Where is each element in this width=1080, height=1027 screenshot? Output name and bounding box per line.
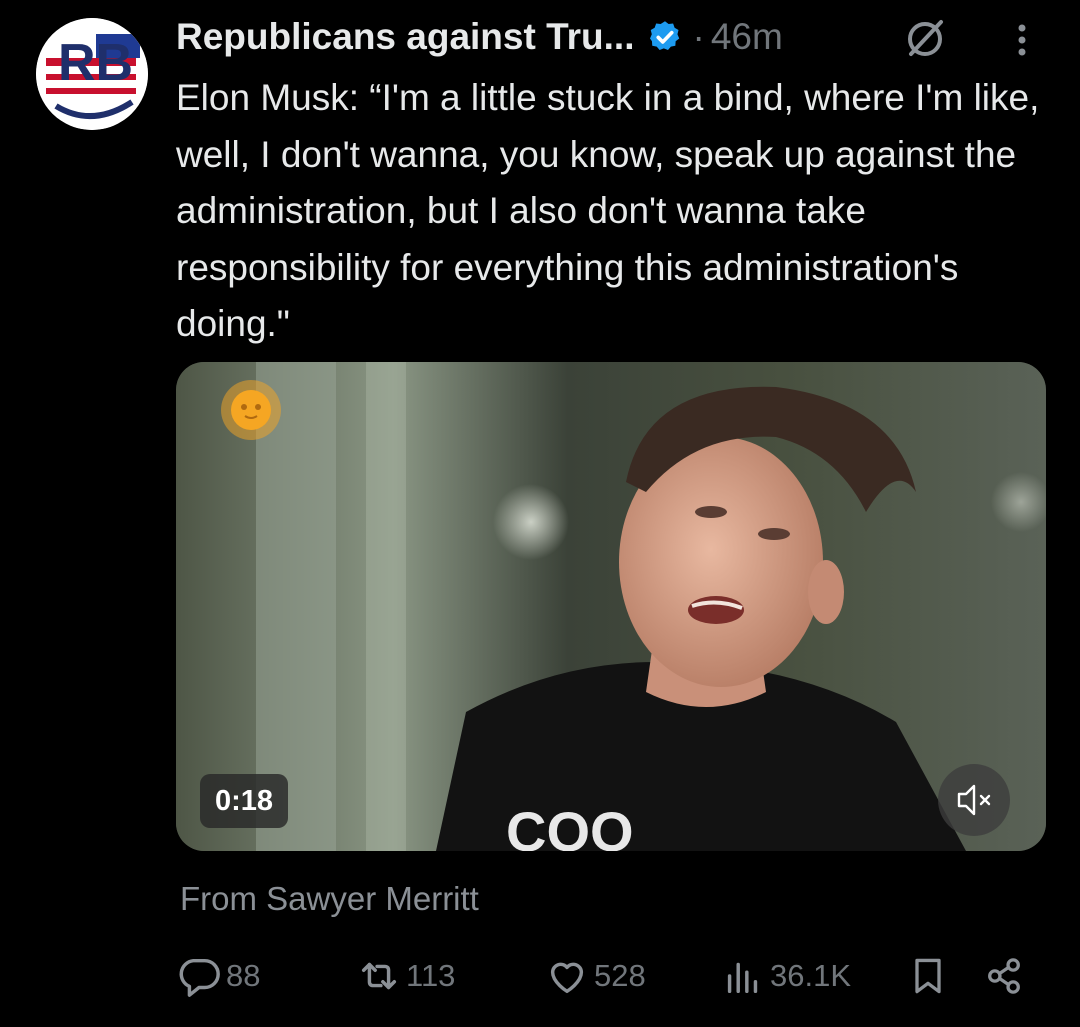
views-button[interactable]: 36.1K [720, 948, 851, 1004]
tweet-text: Elon Musk: “I'm a little stuck in a bind… [176, 77, 1040, 344]
mute-button[interactable] [938, 764, 1010, 836]
reply-button[interactable]: 88 [176, 948, 260, 1004]
avatar[interactable]: RB [36, 18, 148, 130]
reply-count: 88 [226, 958, 261, 993]
avatar-logo: RB [36, 18, 148, 130]
share-icon [988, 958, 1020, 994]
repost-icon [361, 962, 397, 990]
repost-count: 113 [406, 958, 456, 993]
like-button[interactable]: 528 [544, 948, 646, 1004]
cbs-logo [221, 380, 281, 440]
tweet-header: Republicans against Tru... · 46m [176, 12, 1056, 62]
video-player[interactable]: COO 0:18 [176, 362, 1046, 851]
bookmark-button[interactable] [906, 948, 954, 1004]
video-duration: 0:18 [200, 774, 288, 828]
views-count: 36.1K [770, 958, 852, 993]
repost-button[interactable]: 113 [356, 948, 455, 1004]
bookmark-icon [915, 958, 941, 994]
video-attribution[interactable]: From Sawyer Merritt [180, 880, 479, 918]
tweet-actions: 88 113 528 36.1K [176, 948, 1056, 1004]
shirt-text: COO [506, 800, 634, 851]
timestamp[interactable]: 46m [711, 16, 783, 58]
verified-icon [647, 19, 683, 55]
author-display-name[interactable]: Republicans against Tru... [176, 16, 635, 58]
share-button[interactable] [982, 948, 1030, 1004]
like-count: 528 [594, 958, 646, 993]
grok-icon[interactable] [903, 16, 947, 60]
avatar-letter-r: RB [58, 34, 133, 92]
header-separator: · [692, 16, 705, 57]
views-icon [727, 962, 758, 994]
like-icon [550, 962, 584, 994]
more-icon[interactable] [1010, 20, 1034, 60]
mute-icon [957, 784, 991, 816]
reply-icon [179, 958, 220, 997]
video-frame: COO [176, 362, 1046, 851]
